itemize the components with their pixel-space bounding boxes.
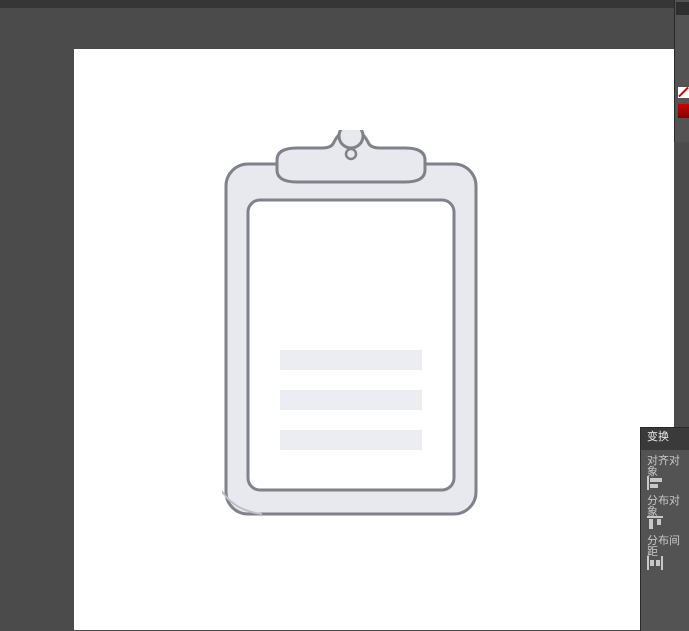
panel-toggle-icon[interactable] bbox=[676, 2, 689, 15]
panel-section-align-label: 对齐对象 bbox=[641, 450, 689, 470]
align-panel[interactable]: 变换 对齐对象 分布对象 分布间距 bbox=[640, 427, 689, 631]
panel-section-spacing-label: 分布间距 bbox=[641, 530, 689, 550]
align-left-icon[interactable] bbox=[647, 476, 663, 490]
right-tool-column bbox=[674, 0, 689, 142]
distribute-spacing-icon[interactable] bbox=[647, 556, 663, 570]
artboard[interactable] bbox=[74, 49, 674, 630]
swatch-none[interactable] bbox=[678, 87, 689, 98]
clipboard-illustration[interactable] bbox=[222, 130, 480, 520]
panel-tab-transform[interactable]: 变换 bbox=[641, 428, 689, 450]
workspace bbox=[0, 8, 674, 630]
panel-section-distribute-label: 分布对象 bbox=[641, 490, 689, 510]
app-top-strip bbox=[0, 0, 689, 8]
distribute-top-icon[interactable] bbox=[647, 516, 663, 530]
swatch-red[interactable] bbox=[678, 104, 689, 118]
